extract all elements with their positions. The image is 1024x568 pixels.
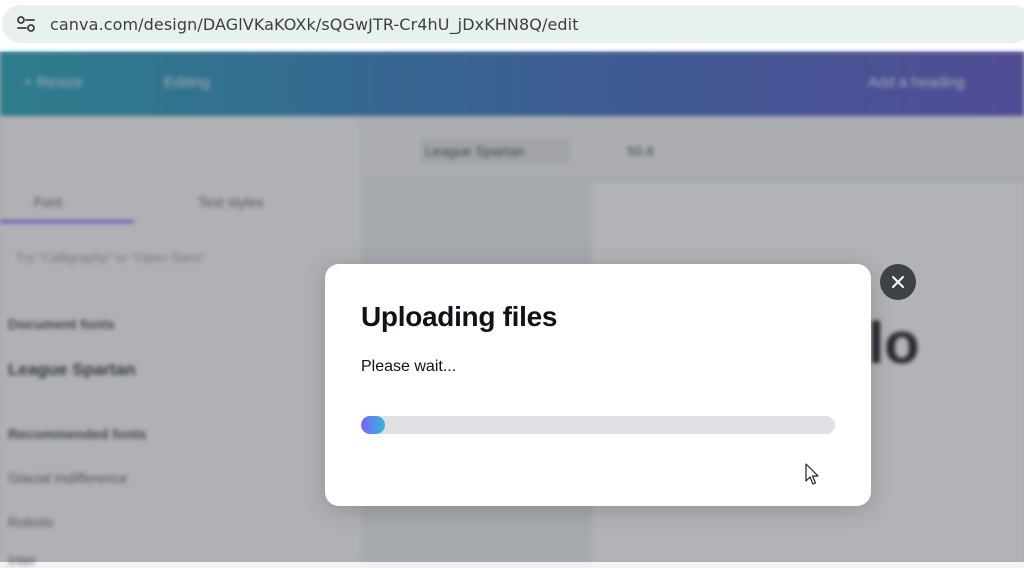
browser-address-bar: canva.com/design/DAGlVKaKOXk/sQGwJTR-Cr4… — [0, 0, 1024, 52]
close-icon — [892, 276, 904, 288]
dialog-subtitle: Please wait... — [361, 358, 457, 375]
url-field[interactable]: canva.com/design/DAGlVKaKOXk/sQGwJTR-Cr4… — [2, 5, 1024, 43]
upload-progress-bar — [361, 416, 835, 434]
dialog-title: Uploading files — [361, 301, 558, 332]
upload-progress-fill — [361, 416, 385, 434]
upload-dialog: Uploading files Please wait... — [325, 264, 871, 506]
close-dialog-button[interactable] — [880, 264, 916, 300]
mouse-cursor-icon — [805, 463, 819, 485]
site-settings-icon[interactable] — [16, 15, 36, 33]
url-text: canva.com/design/DAGlVKaKOXk/sQGwJTR-Cr4… — [50, 15, 579, 34]
